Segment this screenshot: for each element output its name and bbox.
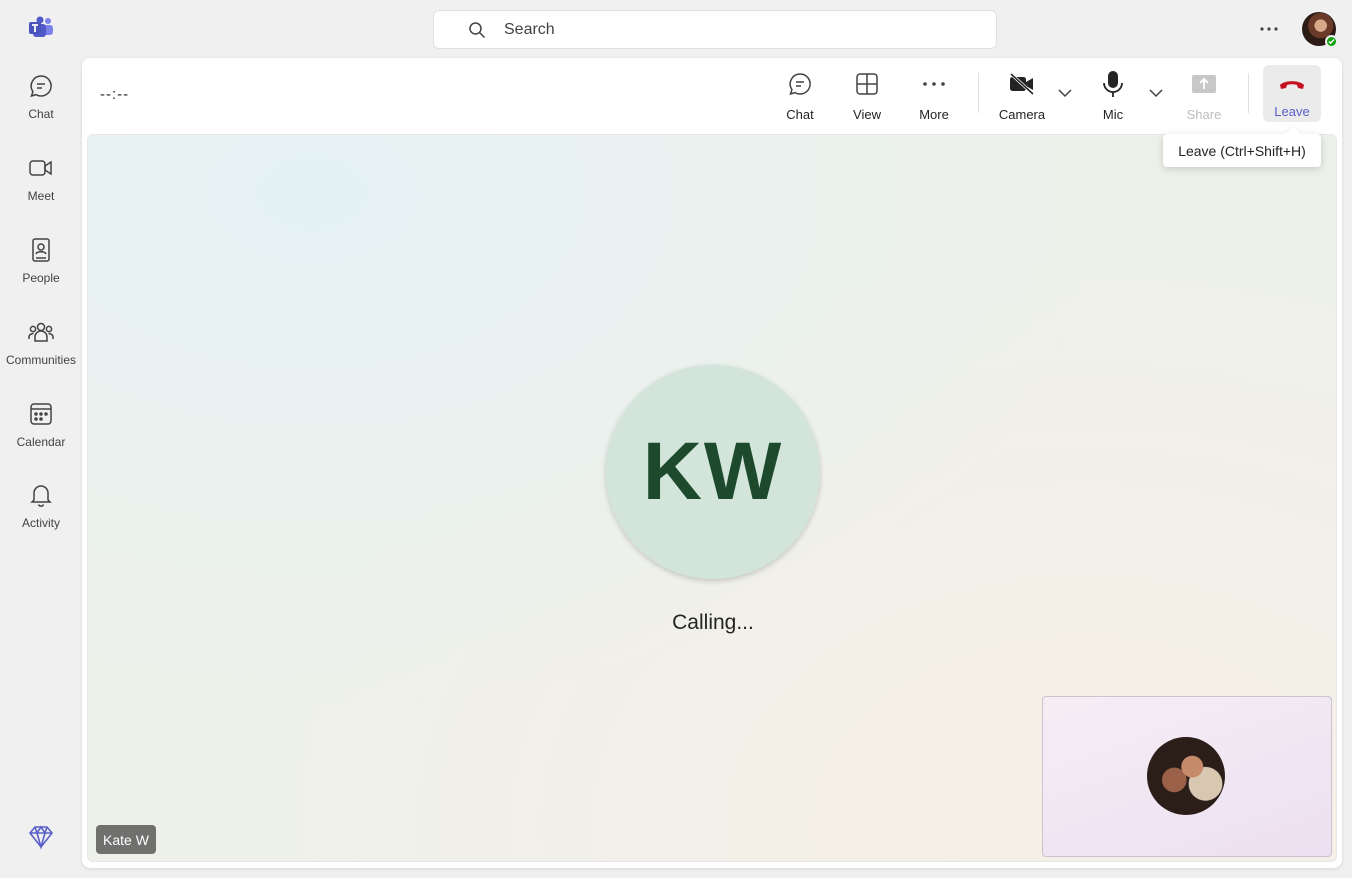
camera-off-icon [1008,70,1036,98]
call-stage: KW Calling... Kate W [87,134,1337,862]
leave-tooltip-text: Leave (Ctrl+Shift+H) [1178,142,1306,159]
rail-item-activity[interactable]: Activity [0,481,82,551]
share-screen-icon [1190,70,1218,98]
rail-item-meet[interactable]: Meet [0,154,82,224]
rail-item-label: Calendar [16,435,66,449]
leave-tooltip: Leave (Ctrl+Shift+H) [1163,134,1321,167]
search-icon [468,21,486,39]
grid-view-icon [853,70,881,98]
search-box[interactable]: Search [433,10,997,49]
calendar-icon [27,400,55,428]
video-camera-icon [27,154,55,182]
self-video-tile[interactable] [1042,696,1332,857]
call-status: Calling... [672,611,754,634]
microphone-icon [1099,70,1127,98]
chat-icon [27,72,55,100]
rail-item-label: Communities [5,353,77,367]
search-placeholder: Search [504,20,555,38]
rail-item-label: Activity [21,516,60,530]
hang-up-icon [1278,73,1306,97]
teams-logo-icon [28,16,54,40]
rail-item-people[interactable]: People [0,236,82,306]
rail-item-label: People [22,271,60,285]
view-button-label: View [853,107,881,122]
rail-item-calendar[interactable]: Calendar [0,400,82,470]
share-button[interactable]: Share [1183,66,1225,122]
camera-options-chevron-icon[interactable] [1056,84,1074,102]
callee-initials: KW [642,426,784,517]
app-rail: Chat Meet People Communities Calendar Ac… [0,0,82,878]
chat-icon [786,70,814,98]
diamond-icon[interactable] [28,824,54,850]
rail-item-label: Chat [28,107,54,121]
more-button[interactable]: More [916,66,952,122]
user-avatar[interactable] [1302,12,1338,48]
toolbar-divider [1248,73,1249,113]
toolbar-divider [978,73,979,113]
leave-button-label: Leave [1274,104,1310,119]
share-button-label: Share [1186,107,1222,122]
mic-button[interactable]: Mic [1094,66,1132,122]
self-avatar [1147,737,1225,815]
call-timer: --:-- [100,86,130,103]
chat-button-label: Chat [786,107,814,122]
presence-available-icon [1325,35,1338,48]
bell-icon [27,481,55,509]
chat-button[interactable]: Chat [782,66,818,122]
view-button[interactable]: View [849,66,885,122]
leave-button[interactable]: Leave [1263,65,1321,122]
camera-button-label: Camera [998,107,1046,122]
more-options-icon[interactable] [1256,18,1282,40]
communities-icon [27,318,55,346]
more-options-icon [920,70,948,98]
callee-avatar: KW [606,365,820,579]
participant-name-tag: Kate W [96,825,156,854]
mic-button-label: Mic [1102,107,1124,122]
meeting-window: --:-- Chat View More Camera Mic Share Le… [82,58,1342,868]
camera-button[interactable]: Camera [996,66,1048,122]
mic-options-chevron-icon[interactable] [1147,84,1165,102]
rail-item-chat[interactable]: Chat [0,72,82,142]
rail-item-communities[interactable]: Communities [0,318,82,388]
rail-item-label: Meet [27,189,55,203]
more-button-label: More [919,107,949,122]
contact-book-icon [27,236,55,264]
